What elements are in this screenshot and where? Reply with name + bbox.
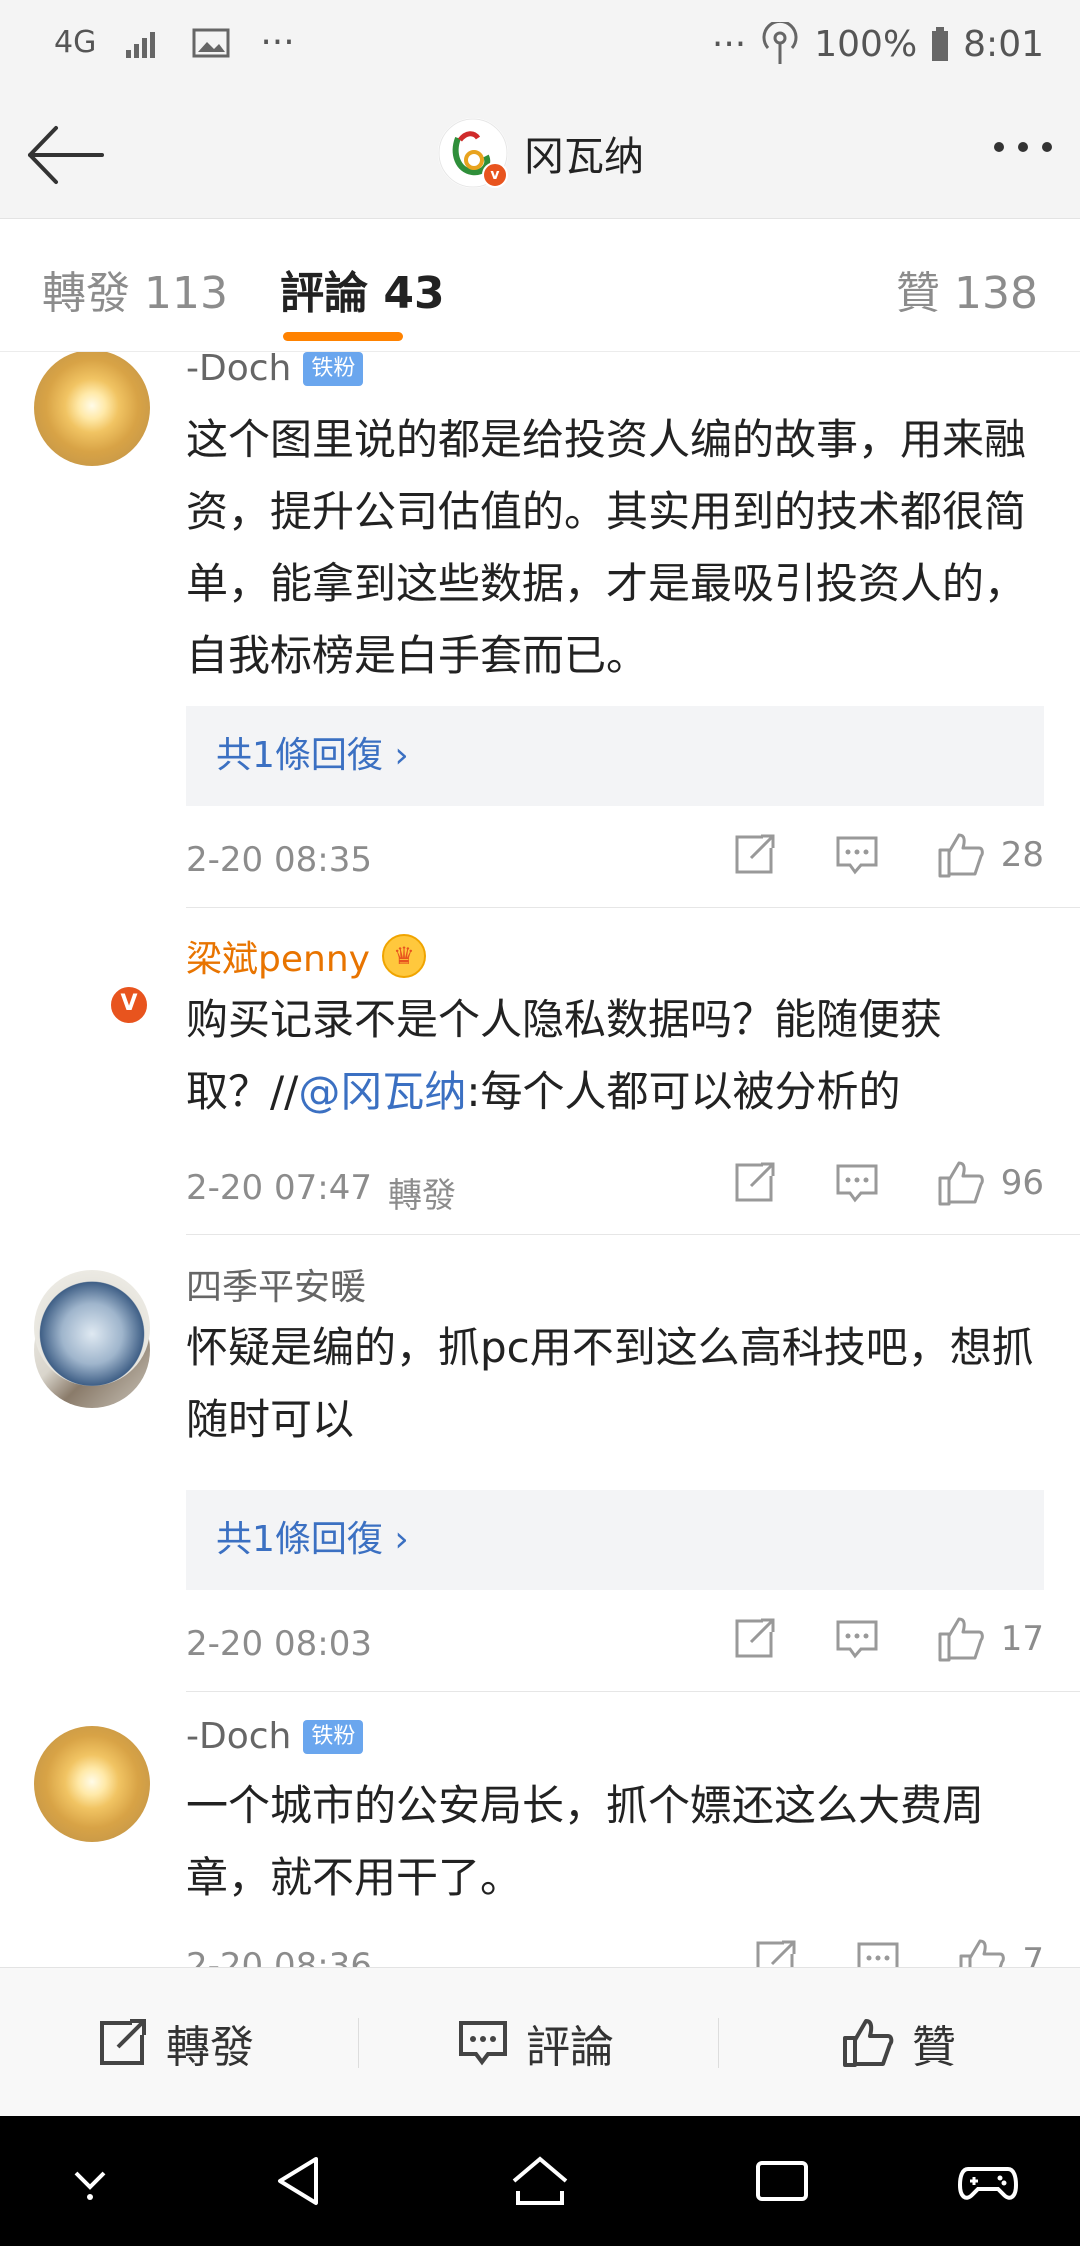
comment-time: 2-20 07:47 bbox=[186, 1168, 372, 1208]
back-icon[interactable] bbox=[268, 2151, 332, 2211]
share-icon[interactable] bbox=[733, 1162, 777, 1204]
system-navigation-bar bbox=[0, 2116, 1080, 2246]
status-bar: 4G ··· ··· 100% 8:01 bbox=[0, 0, 1080, 92]
share-icon bbox=[98, 2018, 148, 2067]
comment-text: 怀疑是编的，抓pc用不到这么高科技吧，想抓随时可以 bbox=[186, 1323, 1034, 1444]
comment-text: 一个城市的公安局长，抓个嫖还这么大费周章，就不用干了。 bbox=[186, 1781, 985, 1902]
divider bbox=[358, 2018, 359, 2068]
like-count: 96 bbox=[1000, 1163, 1044, 1203]
more-options-icon[interactable] bbox=[994, 142, 1052, 152]
like-count: 7 bbox=[1022, 1941, 1044, 1967]
recents-icon[interactable] bbox=[750, 2151, 814, 2211]
divider bbox=[186, 907, 1080, 908]
hotspot-icon bbox=[760, 22, 800, 66]
divider bbox=[186, 1234, 1080, 1235]
comment-icon[interactable] bbox=[856, 1941, 900, 1967]
divider bbox=[718, 2018, 719, 2068]
tab-comments[interactable]: 評論 43 bbox=[280, 257, 445, 321]
username[interactable]: 梁斌penny bbox=[186, 930, 370, 982]
view-replies-button[interactable]: 共1條回復 › bbox=[186, 706, 1044, 806]
active-tab-indicator bbox=[283, 332, 403, 341]
network-indicator: 4G bbox=[54, 25, 97, 60]
divider bbox=[186, 1691, 1080, 1692]
comment-time: 2-20 08:03 bbox=[186, 1624, 372, 1664]
notification-more: ··· bbox=[260, 22, 295, 63]
mention-link[interactable]: @冈瓦纳 bbox=[298, 1067, 466, 1116]
battery-level: 100% bbox=[814, 23, 918, 65]
like-count: 17 bbox=[1000, 1619, 1044, 1659]
view-replies-button[interactable]: 共1條回復 › bbox=[186, 1490, 1044, 1590]
tab-likes[interactable]: 贊 138 bbox=[896, 257, 1038, 321]
comment-list[interactable]: -Doch 铁粉 这个图里说的都是给投资人编的故事，用来融资，提升公司估值的。其… bbox=[0, 352, 1080, 1967]
game-controller-icon[interactable] bbox=[956, 2151, 1020, 2211]
like-count: 28 bbox=[1000, 835, 1044, 875]
status-more: ··· bbox=[711, 23, 747, 65]
comment-icon bbox=[458, 2020, 508, 2066]
bottom-toolbar: 轉發 評論 贊 bbox=[0, 1967, 1080, 2117]
navigation-bar: v 冈瓦纳 bbox=[0, 92, 1080, 219]
like-button[interactable]: 7 bbox=[958, 1938, 1044, 1967]
clock: 8:01 bbox=[963, 23, 1044, 65]
battery-icon bbox=[931, 27, 949, 61]
comment-icon[interactable] bbox=[835, 1619, 879, 1659]
repost-button[interactable]: 轉發 bbox=[98, 1968, 254, 2117]
comment-icon[interactable] bbox=[835, 835, 879, 875]
home-icon[interactable] bbox=[508, 2151, 572, 2211]
back-arrow-icon[interactable] bbox=[26, 122, 106, 188]
avatar[interactable] bbox=[34, 1270, 150, 1386]
comment-button[interactable]: 評論 bbox=[458, 1968, 614, 2117]
signal-icon bbox=[126, 28, 162, 58]
comment-text: 这个图里说的都是给投资人编的故事，用来融资，提升公司估值的。其实用到的技术都很简… bbox=[186, 415, 1027, 680]
avatar[interactable] bbox=[34, 352, 150, 466]
share-icon[interactable] bbox=[754, 1940, 798, 1967]
comment-icon[interactable] bbox=[835, 1163, 879, 1203]
like-button[interactable]: 17 bbox=[937, 1616, 1044, 1662]
username[interactable]: -Doch bbox=[186, 352, 291, 389]
thumbs-up-icon bbox=[842, 2018, 894, 2068]
verified-badge: v bbox=[482, 162, 508, 188]
fan-badge: 铁粉 bbox=[303, 352, 364, 386]
username[interactable]: 四季平安暖 bbox=[186, 1258, 366, 1310]
share-icon[interactable] bbox=[733, 834, 777, 876]
hide-keyboard-icon[interactable] bbox=[58, 2151, 122, 2211]
like-button[interactable]: 贊 bbox=[842, 1968, 956, 2117]
crown-icon: ♛ bbox=[381, 934, 426, 978]
like-button[interactable]: 28 bbox=[937, 832, 1044, 878]
fan-badge: 铁粉 bbox=[303, 1719, 364, 1754]
image-icon bbox=[192, 28, 230, 58]
share-icon[interactable] bbox=[733, 1618, 777, 1660]
like-button[interactable]: 96 bbox=[937, 1160, 1044, 1206]
verified-badge: V bbox=[108, 984, 150, 1026]
comment-text: 购买记录不是个人隐私数据吗？能随便获取？//@冈瓦纳:每个人都可以被分析的 bbox=[186, 995, 943, 1116]
avatar[interactable] bbox=[34, 1726, 150, 1842]
username[interactable]: -Doch bbox=[186, 1716, 291, 1757]
repost-label: 轉發 bbox=[387, 1176, 456, 1216]
comment-time: 2-20 08:35 bbox=[186, 840, 372, 880]
tab-bar: 轉發 113 評論 43 贊 138 bbox=[0, 219, 1080, 352]
account-logo: v bbox=[438, 118, 508, 188]
tab-reposts[interactable]: 轉發 113 bbox=[42, 257, 228, 321]
nav-title-group[interactable]: v 冈瓦纳 bbox=[438, 118, 644, 188]
page-title: 冈瓦纳 bbox=[524, 134, 644, 180]
comment-time: 2-20 08:36 bbox=[186, 1946, 372, 1967]
